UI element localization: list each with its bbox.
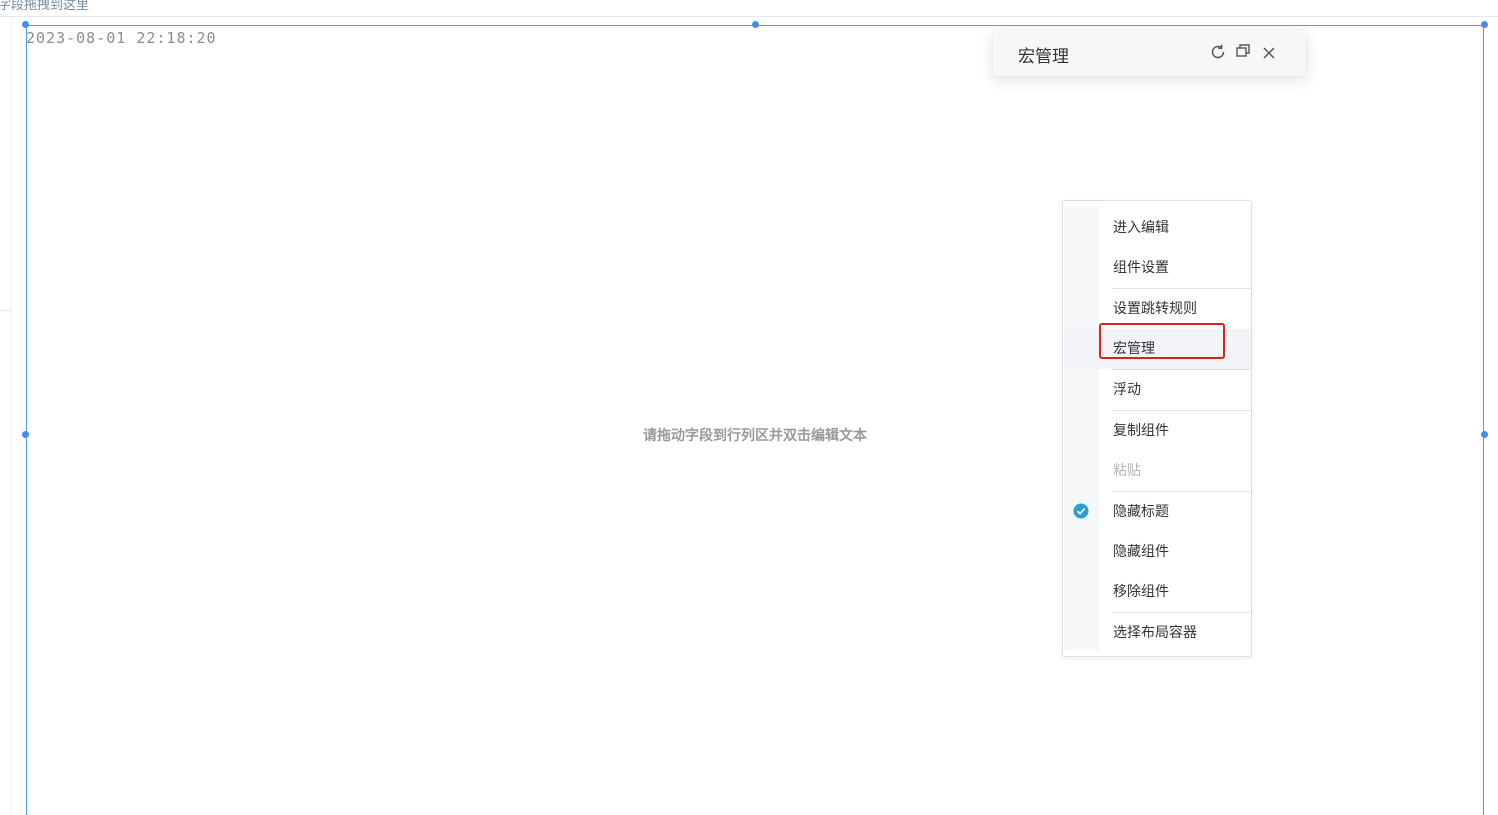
left-divider-tick xyxy=(0,310,11,311)
menu-item-label: 隐藏组件 xyxy=(1113,544,1169,560)
macro-management-panel: 宏管理 xyxy=(993,30,1306,76)
menu-item-label: 移除组件 xyxy=(1113,584,1169,600)
menu-item-float[interactable]: 浮动 xyxy=(1064,370,1251,410)
menu-item-component-settings[interactable]: 组件设置 xyxy=(1064,248,1251,288)
resize-handle-top-right[interactable] xyxy=(1481,21,1488,28)
menu-item-select-layout-container[interactable]: 选择布局容器 xyxy=(1064,613,1251,653)
widget-timestamp: 2023-08-01 22:18:20 xyxy=(26,29,217,47)
annotation-highlight-box xyxy=(1099,323,1225,359)
top-divider xyxy=(0,16,1498,17)
context-menu: 进入编辑 组件设置 设置跳转规则 宏管理 浮动 复制组件 粘贴 隐藏标题 隐藏组… xyxy=(1062,200,1252,657)
refresh-icon[interactable] xyxy=(1208,42,1228,62)
menu-item-enter-edit[interactable]: 进入编辑 xyxy=(1064,208,1251,248)
selected-text-widget[interactable] xyxy=(26,25,1484,815)
dashboard-canvas: 字段拖拽到这里 2023-08-01 22:18:20 请拖动字段到行列区并双击… xyxy=(0,0,1498,815)
menu-item-label: 选择布局容器 xyxy=(1113,625,1197,641)
menu-item-copy-component[interactable]: 复制组件 xyxy=(1064,411,1251,451)
macro-panel-title: 宏管理 xyxy=(1018,47,1069,67)
menu-item-label: 粘贴 xyxy=(1113,463,1141,479)
close-icon[interactable] xyxy=(1259,43,1279,63)
menu-item-label: 设置跳转规则 xyxy=(1113,301,1197,317)
menu-item-label: 浮动 xyxy=(1113,382,1141,398)
checkmark-icon xyxy=(1073,503,1089,519)
widget-placeholder-text: 请拖动字段到行列区并双击编辑文本 xyxy=(643,428,867,444)
menu-item-label: 进入编辑 xyxy=(1113,220,1169,236)
resize-handle-top-left[interactable] xyxy=(22,21,29,28)
menu-item-hide-title[interactable]: 隐藏标题 xyxy=(1064,492,1251,532)
menu-item-label: 组件设置 xyxy=(1113,260,1169,276)
left-divider xyxy=(11,17,12,815)
resize-handle-top-center[interactable] xyxy=(752,21,759,28)
menu-item-hide-component[interactable]: 隐藏组件 xyxy=(1064,532,1251,572)
restore-window-icon[interactable] xyxy=(1233,41,1253,61)
menu-item-remove-component[interactable]: 移除组件 xyxy=(1064,572,1251,612)
menu-item-paste: 粘贴 xyxy=(1064,451,1251,491)
menu-item-label: 复制组件 xyxy=(1113,423,1169,439)
field-drop-hint: 字段拖拽到这里 xyxy=(0,0,90,13)
menu-item-label: 隐藏标题 xyxy=(1113,504,1169,520)
